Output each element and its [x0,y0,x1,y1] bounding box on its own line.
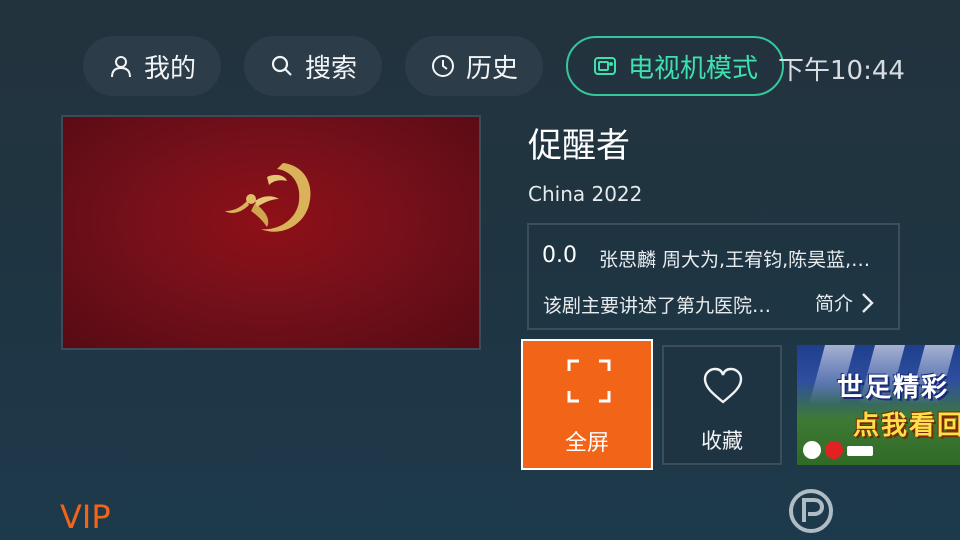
favorite-label: 收藏 [701,429,743,453]
video-player[interactable] [61,115,481,350]
favorite-button[interactable]: 收藏 [662,345,782,465]
cast-list: 张思麟 周大为,王宥钧,陈昊蓝,潘曜 [599,249,889,271]
show-info-panel[interactable]: 0.0 张思麟 周大为,王宥钧,陈昊蓝,潘曜 该剧主要讲述了第九医院神经外科 简… [527,223,900,330]
synopsis-text: 该剧主要讲述了第九医院神经外科 [543,295,779,317]
play-badge-icon [825,441,843,459]
status-clock: 下午10:44 [778,56,905,86]
intro-label: 简介 [815,293,854,315]
nav-history-label: 历史 [465,53,518,84]
team-badge-icon [803,441,821,459]
intro-link[interactable]: 简介 [815,289,875,316]
nav-mine-label: 我的 [143,53,196,84]
fullscreen-icon [567,359,611,403]
nav-search-label: 搜索 [304,53,357,84]
promo-badges [803,441,873,459]
nav-tv-mode-label: 电视机模式 [627,53,758,84]
search-icon [269,53,295,79]
brand-tag-icon [847,446,873,456]
watermark-logo [788,486,958,536]
tv-icon [592,53,618,79]
show-title: 促醒者 [528,126,630,166]
user-icon [108,53,134,79]
chevron-right-icon [862,292,874,313]
p-logo-icon [789,489,833,533]
promo-headline: 世足精彩 [837,373,950,403]
nav-tv-mode-button[interactable]: 电视机模式 [566,36,784,96]
nav-history-button[interactable]: 历史 [405,36,543,96]
promo-banner[interactable]: 世足精彩 点我看回 [797,345,960,465]
rating-value: 0.0 [542,243,577,268]
nav-mine-button[interactable]: 我的 [83,36,221,96]
fullscreen-button[interactable]: 全屏 [521,339,653,470]
nav-search-button[interactable]: 搜索 [244,36,382,96]
fullscreen-label: 全屏 [564,431,609,456]
clock-icon [430,53,456,79]
heart-icon [703,367,743,404]
show-meta: China 2022 [528,182,643,206]
promo-subline: 点我看回 [853,411,960,441]
golden-dancer-logo [225,163,311,232]
vip-label[interactable]: VIP [60,498,111,536]
